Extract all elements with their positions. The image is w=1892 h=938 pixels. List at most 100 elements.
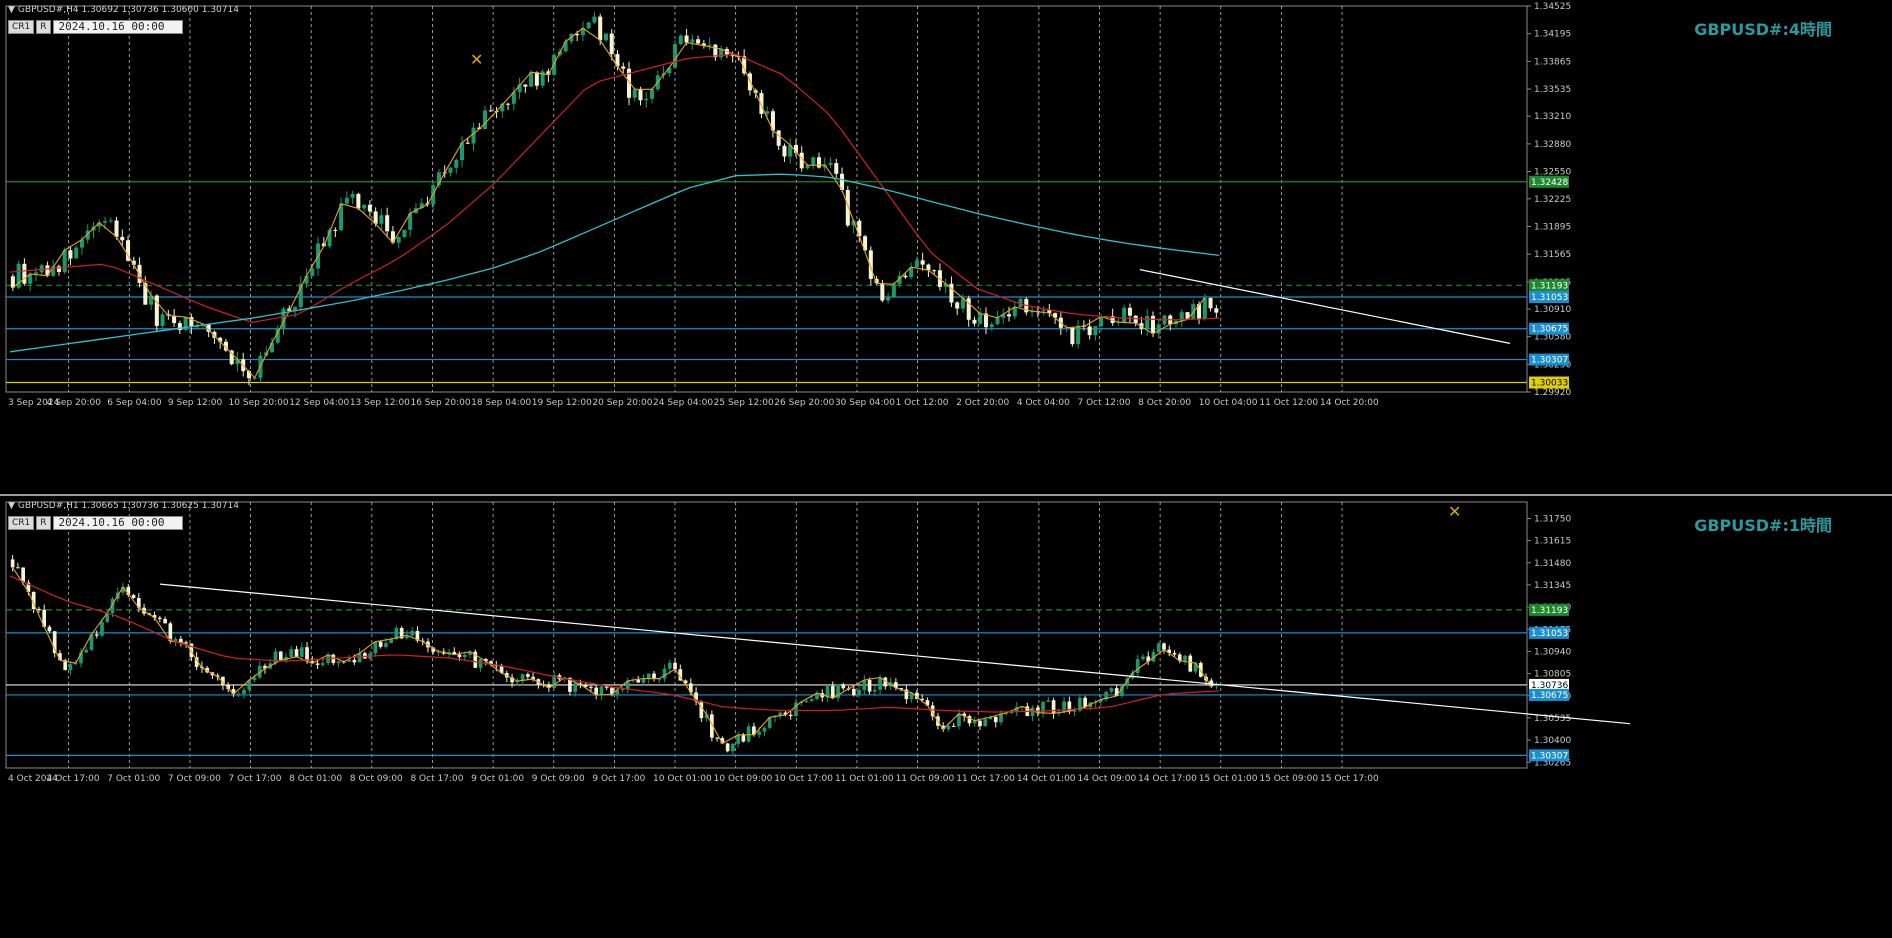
support-level-label: 1.30307 <box>1531 356 1568 366</box>
candle-body <box>830 685 835 699</box>
h4-r-button[interactable]: R <box>36 20 51 34</box>
h4-symbol-info-text: GBPUSD#,H4 1.30692 1.30736 1.30600 1.307… <box>17 5 239 15</box>
h1-chart-svg[interactable]: 1.317501.316151.314801.313451.312101.310… <box>0 496 1892 938</box>
downward-trendline <box>1139 269 1511 344</box>
candle-body <box>678 35 683 45</box>
candle-body <box>1162 643 1166 650</box>
candle-body <box>131 594 136 598</box>
x-tick-label: 9 Oct 17:00 <box>592 774 645 784</box>
candle-body <box>592 16 597 23</box>
mid-level-label: 1.30675 <box>1531 325 1568 335</box>
candle-body <box>21 567 25 583</box>
candle-body <box>972 319 977 324</box>
h4-title: GBPUSD#:4時間 <box>1694 20 1832 39</box>
x-tick-label: 14 Oct 17:00 <box>1138 774 1197 784</box>
candle-body <box>47 626 52 632</box>
candle-body <box>983 719 988 727</box>
candle-body <box>1070 327 1075 345</box>
candle-body <box>914 260 919 268</box>
h1-chart-pane[interactable]: 1.317501.316151.314801.313451.312101.310… <box>0 496 1892 938</box>
candle-body <box>37 609 41 611</box>
collapse-triangle-icon[interactable]: ▼ <box>8 501 15 511</box>
candle-body <box>834 163 839 174</box>
candle-body <box>891 284 896 298</box>
candle-body <box>488 110 493 112</box>
candle-body <box>157 617 162 619</box>
y-tick-label: 1.31345 <box>1534 581 1571 591</box>
x-tick-label: 6 Sep 04:00 <box>107 398 162 408</box>
x-tick-label: 10 Oct 17:00 <box>774 774 833 784</box>
candle-body <box>638 89 643 101</box>
trade-arrows-icon[interactable]: ✕ <box>470 50 483 69</box>
y-tick-label: 1.33210 <box>1534 112 1571 122</box>
x-tick-label: 13 Sep 12:00 <box>350 398 410 408</box>
h4-chart-svg[interactable]: 1.34525 1.34195 1.33865 1.33535 1.33210 1.328… <box>0 0 1892 494</box>
candle-body <box>378 641 383 647</box>
candle-body <box>730 55 735 57</box>
candle-body <box>357 653 362 663</box>
candle-body <box>74 247 79 259</box>
green-dashed-level-label: 1.31193 <box>1531 281 1568 291</box>
h4-chart-pane[interactable]: 1.34525 1.34195 1.33865 1.33535 1.33210 1.328… <box>0 0 1892 494</box>
h4-cr1-button[interactable]: CR1 <box>8 20 35 34</box>
candle-body <box>598 16 603 41</box>
y-tick-label: 1.32880 <box>1534 140 1571 150</box>
candle-body <box>926 264 931 271</box>
candle-body <box>632 89 637 98</box>
candle-body <box>102 221 108 223</box>
candle-body <box>609 33 614 55</box>
candle-body <box>462 654 467 658</box>
candle-body <box>715 737 719 739</box>
h1-cr1-button[interactable]: CR1 <box>8 516 35 530</box>
trade-arrows-icon[interactable]: ✕ <box>1448 502 1461 521</box>
candle-body <box>1172 652 1177 655</box>
y-tick-label: 1.32225 <box>1534 195 1571 205</box>
candle-body <box>114 220 119 237</box>
candle-body <box>620 689 625 691</box>
candle-body <box>1135 659 1140 674</box>
y-tick-label: 1.33865 <box>1534 57 1571 67</box>
x-tick-label: 2 Oct 20:00 <box>956 398 1009 408</box>
x-tick-label: 19 Sep 12:00 <box>532 398 592 408</box>
candle-body <box>932 270 937 272</box>
y-tick-label: 1.31895 <box>1534 222 1571 232</box>
x-tick-label: 12 Sep 04:00 <box>289 398 349 408</box>
candle-body <box>1183 655 1187 661</box>
candle-body <box>1051 700 1056 714</box>
candle-body <box>1093 326 1098 336</box>
candle-body <box>1208 297 1213 309</box>
x-tick-label: 15 Oct 09:00 <box>1259 774 1318 784</box>
mid-level-label: 1.30675 <box>1531 691 1568 701</box>
candle-body <box>867 680 872 692</box>
plot-frame <box>5 5 1528 393</box>
y-tick-label: 1.31750 <box>1534 514 1571 524</box>
candle-body <box>320 663 325 665</box>
candle-body <box>757 731 762 735</box>
candle-body <box>765 111 770 114</box>
x-tick-label: 24 Sep 04:00 <box>653 398 713 408</box>
x-tick-label: 14 Oct 01:00 <box>1017 774 1076 784</box>
candle-body <box>989 324 994 328</box>
candle-body <box>1041 310 1046 312</box>
candle-body <box>1188 655 1193 672</box>
y-tick-label: 1.34525 <box>1534 2 1571 12</box>
x-tick-label: 4 Sep 20:00 <box>47 398 102 408</box>
candle-body <box>804 700 809 702</box>
x-tick-label: 11 Oct 17:00 <box>956 774 1015 784</box>
candle-body <box>995 317 1000 325</box>
candle-body <box>1145 315 1150 329</box>
x-tick-label: 1 Oct 12:00 <box>896 398 949 408</box>
candle-body <box>1072 710 1077 712</box>
h1-r-button[interactable]: R <box>36 516 51 530</box>
h4-datetime-field[interactable]: 2024.10.16 00:00 <box>52 20 183 34</box>
candle-body <box>120 236 125 241</box>
h1-symbol-info: ▼ GBPUSD#,H1 1.30665 1.30736 1.30625 1.30… <box>8 501 239 511</box>
h1-datetime-field[interactable]: 2024.10.16 00:00 <box>52 516 183 530</box>
collapse-triangle-icon[interactable]: ▼ <box>8 5 15 15</box>
candle-body <box>56 266 61 272</box>
x-tick-label: 4 Oct 04:00 <box>1017 398 1070 408</box>
candle-body <box>344 197 349 204</box>
x-tick-label: 7 Oct 01:00 <box>107 774 160 784</box>
candle-body <box>978 313 983 324</box>
candle-body <box>621 66 626 69</box>
